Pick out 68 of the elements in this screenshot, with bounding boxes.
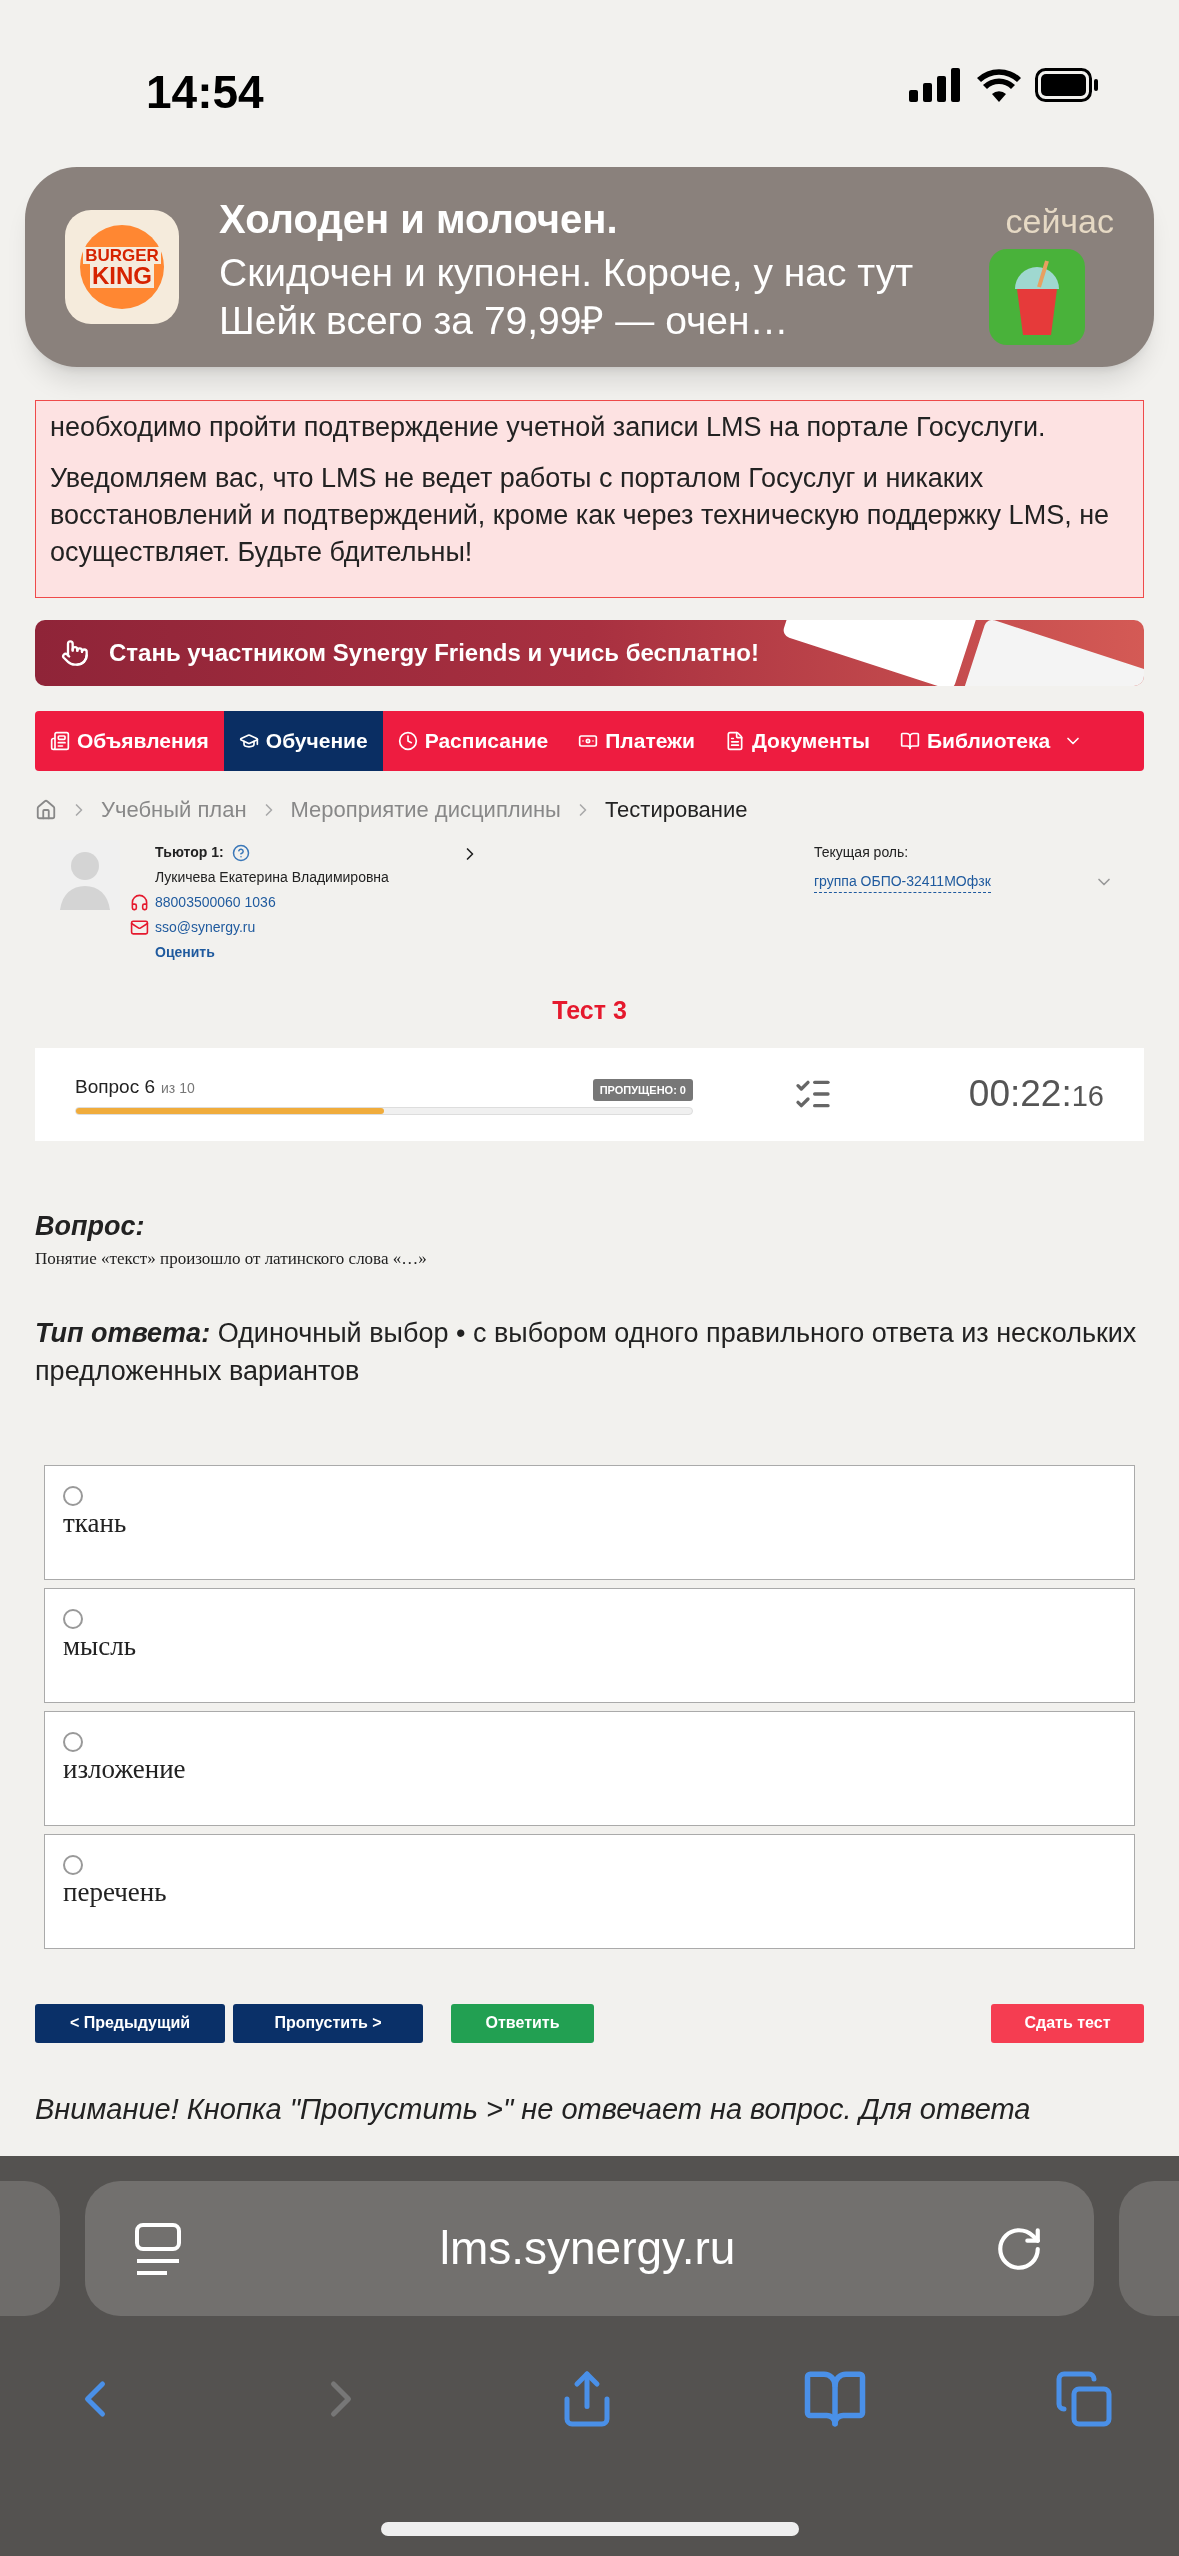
notification-card[interactable]: BURGER KING Холоден и молочен. сейчас Скидочен и купонен. Короче, у нас тут Шейк всего за 79,99₽ — очен… — [25, 167, 1154, 367]
nav-tab[interactable]: Обучение — [223, 711, 383, 771]
nav-tab[interactable]: Библиотека — [884, 711, 1099, 771]
nav-tab[interactable]: Документы — [709, 711, 885, 771]
tabs-icon[interactable] — [1054, 2369, 1114, 2429]
help-icon[interactable] — [231, 843, 250, 862]
rate-link[interactable]: Оценить — [130, 940, 430, 965]
radio-button[interactable] — [63, 1485, 83, 1506]
tutor-name: Лукичева Екатерина Владимировна — [154, 868, 390, 887]
notification-body: Скидочен и купонен. Короче, у нас тут Шейк всего за 79,99₽ — очен… — [219, 250, 915, 344]
phone-link[interactable]: 88003500060 1036 — [155, 890, 276, 915]
tab-preview[interactable] — [0, 2181, 60, 2316]
notification-title: Холоден и молочен. — [219, 196, 618, 243]
answer-option[interactable]: ткань — [44, 1464, 1135, 1580]
breadcrumb-link[interactable]: Тестирование — [604, 793, 748, 826]
tab-preview[interactable] — [1119, 2181, 1179, 2316]
question-total: из 10 — [161, 1078, 195, 1098]
answer-option[interactable]: изложение — [44, 1710, 1135, 1826]
address-bar[interactable]: lms.synergy.ru — [85, 2181, 1094, 2316]
action-button[interactable]: Ответить — [451, 2003, 594, 2043]
answer-option[interactable]: мысль — [44, 1587, 1135, 1703]
role-label: Текущая роль: — [814, 843, 910, 862]
skipped-badge: ПРОПУЩЕНО: 0 — [592, 1078, 693, 1102]
logo-word: KING — [90, 263, 154, 288]
headphones-icon — [130, 893, 149, 912]
battery-icon — [1035, 68, 1099, 102]
signal-icon — [909, 68, 963, 102]
mail-icon — [130, 918, 149, 937]
action-button[interactable]: Пропустить > — [233, 2003, 423, 2043]
promo-banner[interactable]: Стань участником Synergy Friends и учись бесплатно! — [35, 620, 1144, 686]
question-label: Вопрос: — [35, 1209, 146, 1243]
option-text: перечень — [63, 1875, 167, 1909]
option-text: ткань — [63, 1506, 127, 1540]
radio-button[interactable] — [63, 1608, 83, 1629]
logo-word: BURGER — [83, 246, 161, 264]
option-text: мысль — [63, 1629, 136, 1663]
answer-type-text: Тип ответа: Одиночный выбор • с выбором одного правильного ответа из нескольких предложенных вариантов — [35, 1316, 1138, 1388]
action-button[interactable]: < Предыдущий — [35, 2003, 225, 2043]
answer-option[interactable]: перечень — [44, 1833, 1135, 1949]
footer-warning: Внимание! Кнопка "Пропустить >" не отвечает на вопрос. Для ответа — [35, 2091, 1032, 2127]
radio-button[interactable] — [63, 1731, 83, 1752]
nav-tab[interactable]: Объявления — [35, 711, 224, 771]
test-title: Тест 3 — [551, 995, 628, 1026]
question-counter: Вопрос 6 — [75, 1074, 155, 1099]
timer: 00:22: — [968, 1072, 1072, 1117]
banner-text: Стань участником Synergy Friends и учись бесплатно! — [109, 638, 759, 668]
option-text: изложение — [63, 1752, 186, 1786]
home-icon[interactable] — [35, 798, 57, 821]
radio-button[interactable] — [63, 1854, 83, 1875]
timer-seconds: 16 — [1071, 1079, 1104, 1115]
wifi-icon — [977, 68, 1021, 102]
question-text: Понятие «текст» произошло от латинского слова «…» — [35, 1248, 428, 1270]
graduation-cap-icon — [238, 731, 259, 751]
tutor-heading: Тьютор 1: — [155, 843, 224, 862]
clock-icon — [397, 731, 418, 751]
nav-tab[interactable]: Расписание — [382, 711, 564, 771]
status-time: 14:54 — [146, 65, 264, 120]
action-button[interactable]: Сдать тест — [991, 2003, 1144, 2043]
warning-text: Уведомляем вас, что LMS не ведет работы с порталом Госуслуг и никаких восстановлений и подтверждений, кроме как через техническую поддержку LMS, не осуществляет. Будьте бдительны! — [50, 462, 1111, 569]
role-select[interactable]: группа ОБПО-32411МОфзк — [814, 871, 991, 893]
nav-tab[interactable]: Платежи — [563, 711, 710, 771]
notification-time: сейчас — [1005, 201, 1114, 242]
url-text: lms.synergy.ru — [438, 2221, 737, 2276]
book-icon — [899, 731, 920, 751]
pointer-hand-icon — [61, 639, 89, 667]
warning-text: необходимо пройти подтверждение учетной записи LMS на портале Госуслуги. — [50, 411, 1047, 444]
reader-icon[interactable] — [135, 2222, 181, 2275]
email-link[interactable]: sso@synergy.ru — [155, 915, 256, 940]
